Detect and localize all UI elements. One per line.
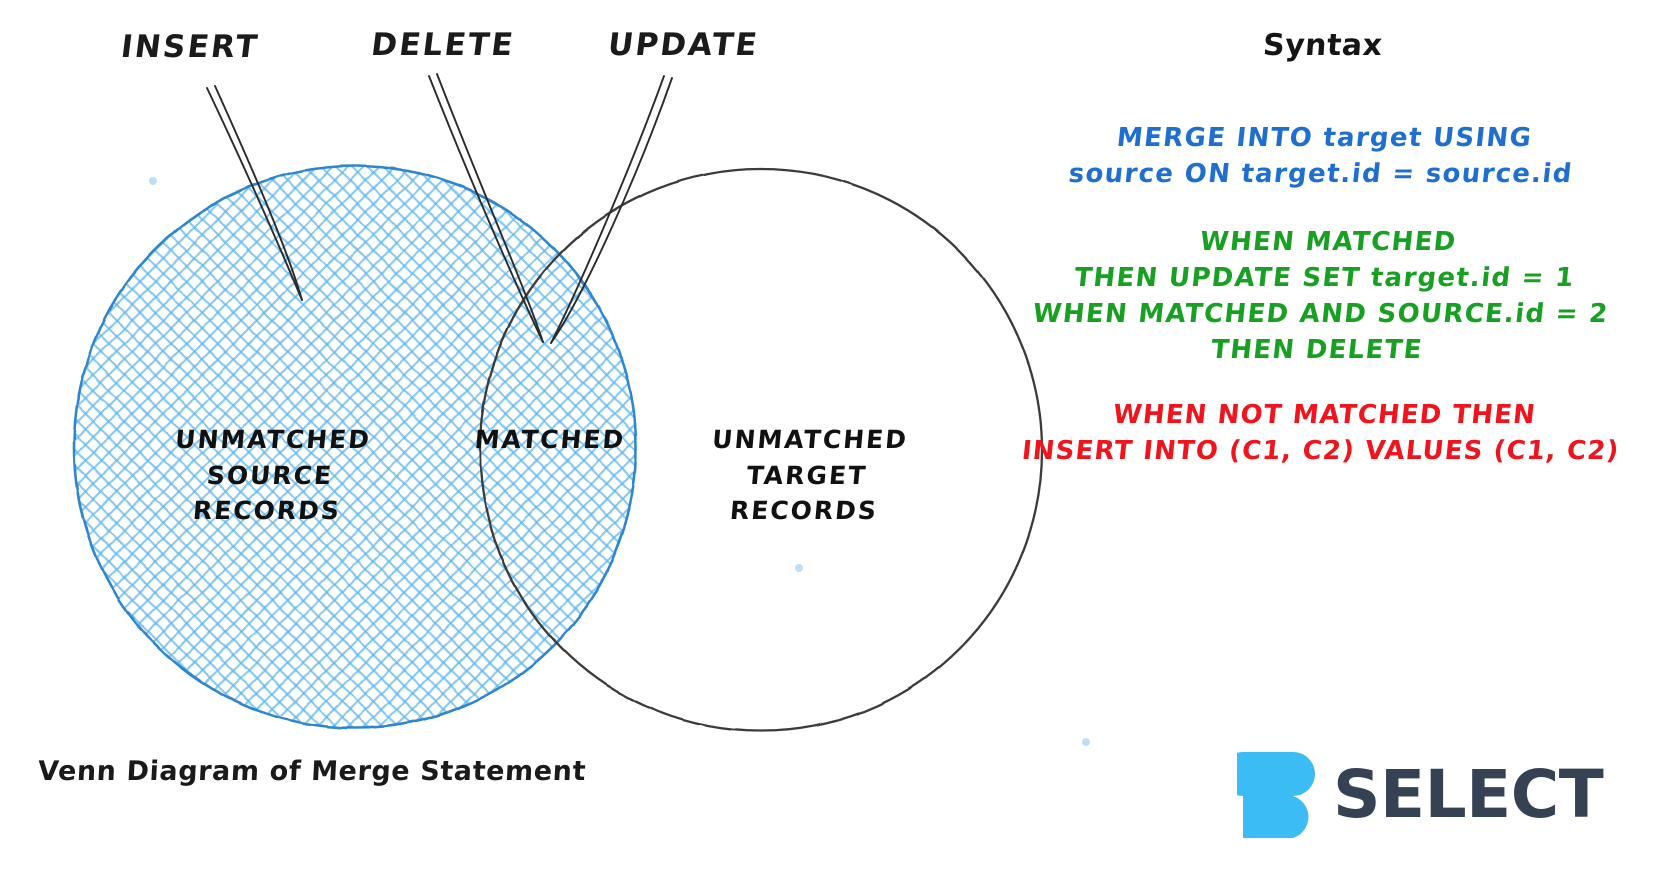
select-s-logo-icon bbox=[1237, 752, 1315, 838]
operation-label-insert: INSERT bbox=[118, 29, 262, 65]
region-label-unmatched-target: UNMATCHED TARGET RECORDS bbox=[711, 425, 910, 525]
update-arrow bbox=[550, 75, 673, 344]
operation-label-update: UPDATE bbox=[605, 27, 762, 63]
delete-arrow bbox=[428, 73, 544, 343]
region-label-matched: MATCHED bbox=[473, 425, 627, 454]
select-logo[interactable]: SELECT bbox=[1237, 752, 1604, 838]
syntax-title: Syntax bbox=[1261, 28, 1384, 63]
region-label-unmatched-source: UNMATCHED SOURCE RECORDS bbox=[174, 425, 373, 525]
diagram-canvas: INSERT DELETE UPDATE UNMATCHED SOURCE RE… bbox=[0, 0, 1662, 880]
speck-artifact bbox=[1082, 738, 1090, 746]
select-wordmark: SELECT bbox=[1333, 756, 1604, 833]
syntax-merge-clause: MERGE INTO target USING source ON target… bbox=[1067, 123, 1575, 189]
speck-artifact bbox=[149, 177, 157, 185]
syntax-when-matched-clause: WHEN MATCHED THEN UPDATE SET target.id =… bbox=[1031, 226, 1611, 365]
syntax-when-not-matched-clause: WHEN NOT MATCHED THEN INSERT INTO (C1, C… bbox=[1020, 400, 1621, 467]
syntax-panel: Syntax MERGE INTO target USING source ON… bbox=[985, 28, 1660, 470]
insert-arrow bbox=[206, 85, 303, 301]
diagram-caption: Venn Diagram of Merge Statement bbox=[37, 756, 587, 787]
speck-artifact bbox=[795, 564, 803, 572]
operation-label-delete: DELETE bbox=[369, 27, 517, 63]
